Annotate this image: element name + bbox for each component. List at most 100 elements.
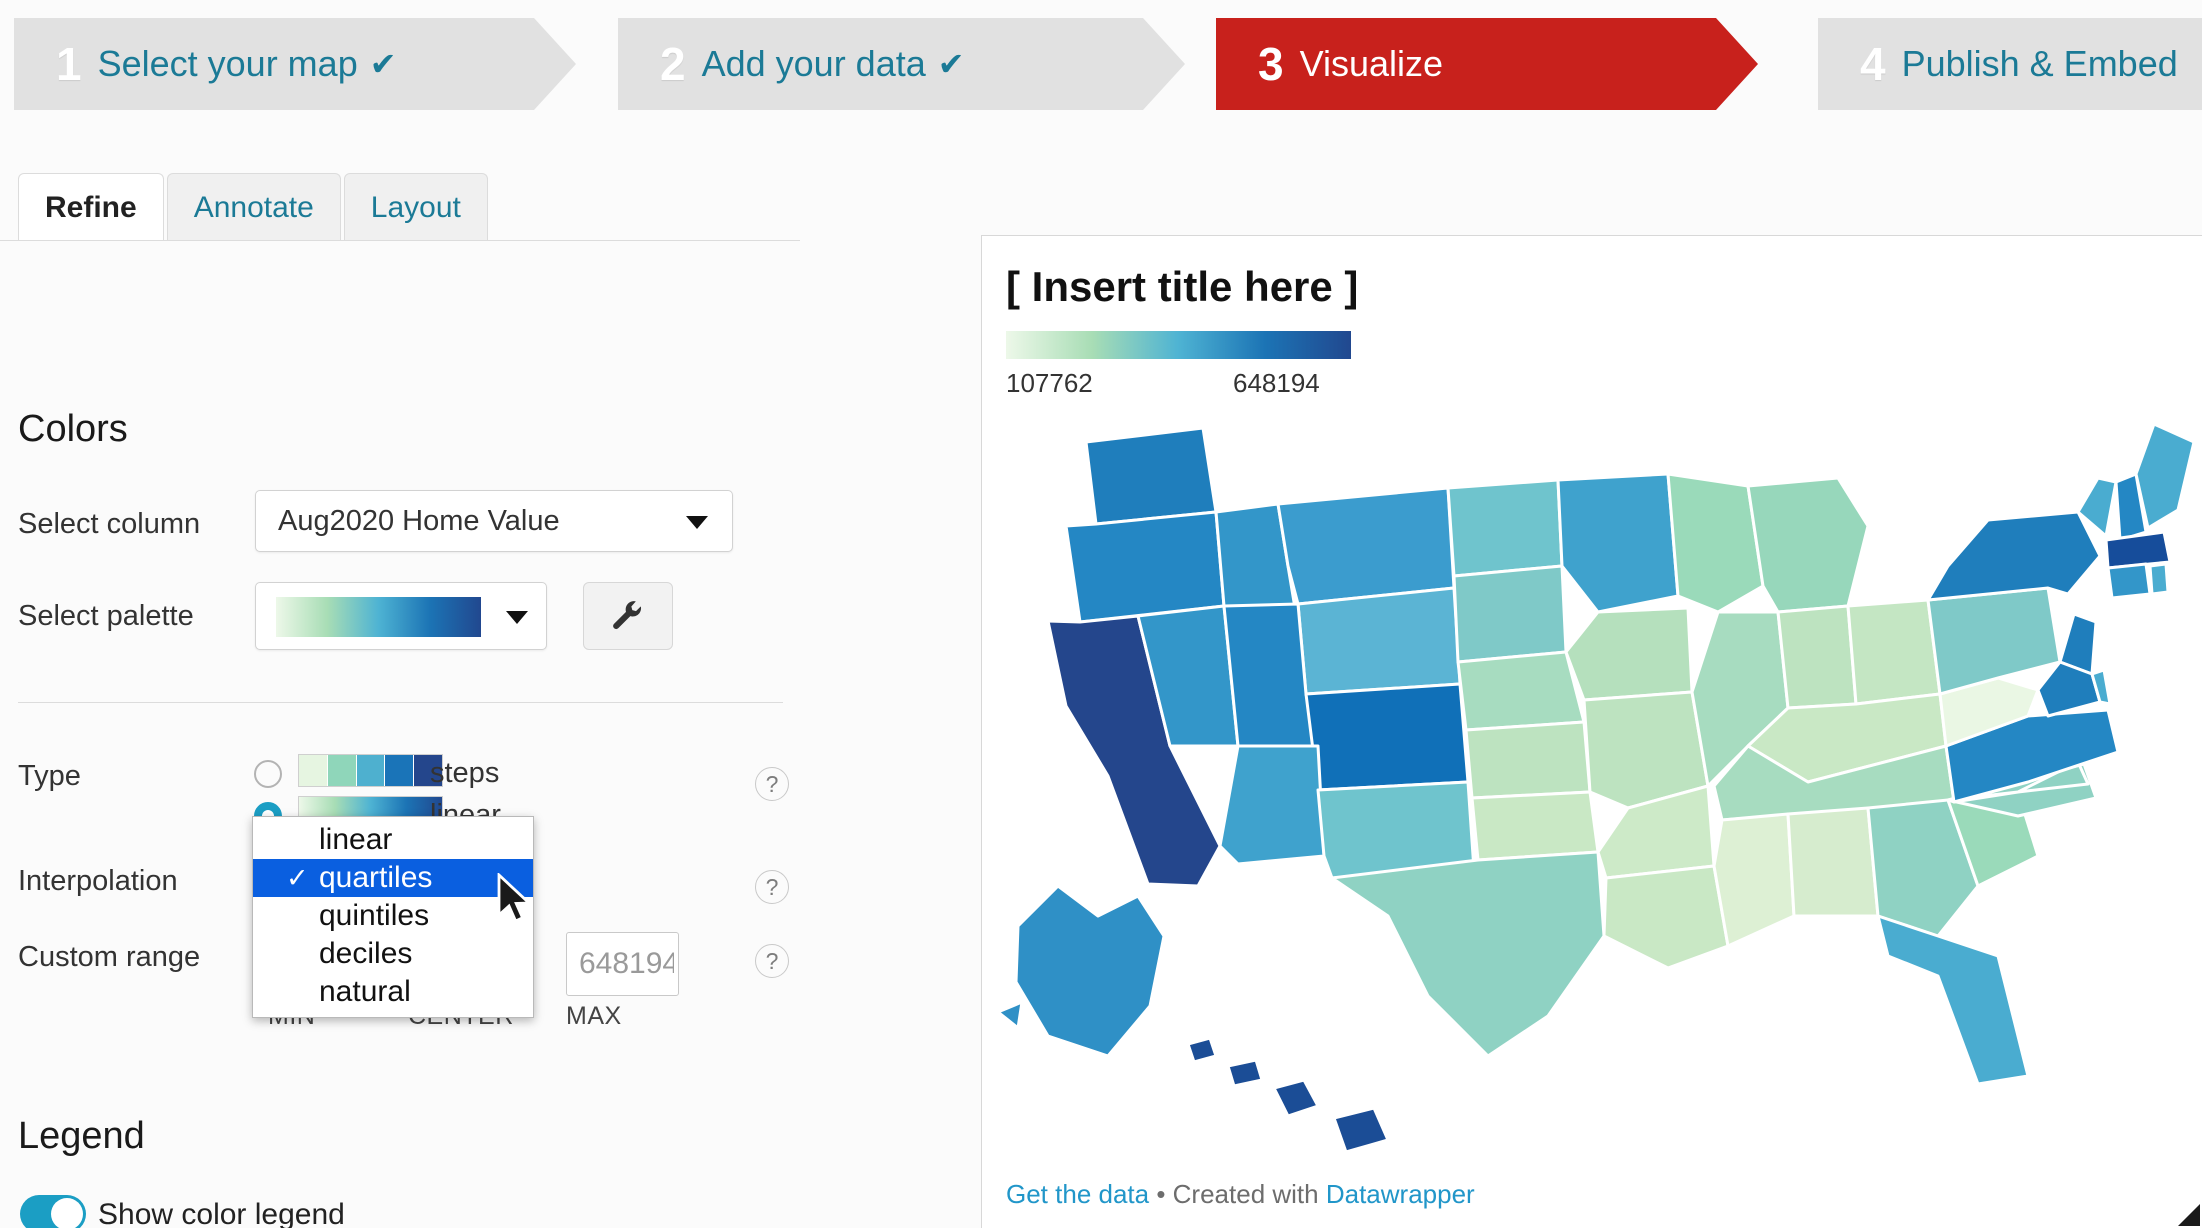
menu-item-quintiles[interactable]: quintiles xyxy=(253,897,533,935)
step-label: Visualize xyxy=(1299,43,1444,84)
help-icon-type[interactable]: ? xyxy=(755,767,789,801)
swatch-cell xyxy=(327,755,357,786)
map-region-FL[interactable] xyxy=(1876,914,2030,1086)
interpolation-label: Interpolation xyxy=(18,865,178,897)
select-column-label: Select column xyxy=(18,508,201,540)
get-the-data-link[interactable]: Get the data xyxy=(1006,1179,1149,1209)
map-region-NY[interactable] xyxy=(1926,510,2102,602)
show-color-legend-toggle[interactable] xyxy=(20,1195,86,1228)
mouse-cursor-icon xyxy=(497,873,533,923)
map-region-IA[interactable] xyxy=(1564,606,1694,702)
map-region-OH[interactable] xyxy=(1846,598,1942,706)
wizard-step-visualize[interactable]: 3 Visualize xyxy=(1216,18,1758,110)
palette-customize-button[interactable] xyxy=(583,582,673,650)
map-region-KS[interactable] xyxy=(1464,720,1592,800)
map-region-OR[interactable] xyxy=(1064,510,1226,624)
map-region-AZ[interactable] xyxy=(1218,744,1326,866)
menu-item-natural[interactable]: natural xyxy=(253,973,533,1011)
choropleth-map[interactable] xyxy=(988,416,2202,1176)
menu-item-label: quintiles xyxy=(319,899,430,932)
map-region-IN[interactable] xyxy=(1776,604,1858,710)
map-footer: Get the data • Created with Datawrapper xyxy=(1006,1179,1475,1210)
step-label: Publish & Embed xyxy=(1901,43,2178,84)
tab-refine[interactable]: Refine xyxy=(18,173,164,241)
interpolation-dropdown-menu[interactable]: linear ✓ quartiles quintiles deciles natu… xyxy=(252,816,534,1018)
step-number: 4 xyxy=(1860,38,1886,90)
tab-layout[interactable]: Layout xyxy=(343,173,488,241)
legend-heading: Legend xyxy=(18,1115,145,1157)
map-preview-panel: [ Insert title here ] 107762 648194 Get … xyxy=(981,235,2202,1228)
step-label: Select your map xyxy=(97,43,358,84)
wrench-icon xyxy=(613,601,642,630)
map-region-WA[interactable] xyxy=(1084,426,1218,526)
map-region-RI[interactable] xyxy=(2148,562,2170,596)
wizard-step-publish-and-embed[interactable]: 4 Publish & Embed xyxy=(1818,18,2202,110)
menu-item-label: natural xyxy=(319,975,411,1008)
settings-panel: Refine Annotate Layout Colors Select col… xyxy=(0,130,800,1228)
map-region-PA[interactable] xyxy=(1926,586,2062,696)
map-region-NE[interactable] xyxy=(1456,650,1586,732)
menu-item-label: quartiles xyxy=(319,861,433,894)
map-region-MS[interactable] xyxy=(1712,812,1796,948)
menu-item-label: linear xyxy=(319,823,393,856)
footer-separator: • Created with xyxy=(1149,1179,1326,1209)
check-icon: ✔ xyxy=(937,46,965,82)
type-label: Type xyxy=(18,760,81,792)
wizard-step-add-your-data[interactable]: 2 Add your data ✔ xyxy=(618,18,1185,110)
steps-swatch[interactable] xyxy=(298,754,443,787)
map-region-AK[interactable] xyxy=(996,884,1166,1058)
select-column-dropdown[interactable]: Aug2020 Home Value xyxy=(255,490,733,552)
custom-range-label: Custom range xyxy=(18,941,201,973)
map-region-AL[interactable] xyxy=(1786,806,1880,918)
wizard-step-bar: 1 Select your map ✔ 2 Add your data ✔ 3 … xyxy=(0,0,2202,130)
help-icon-custom-range[interactable]: ? xyxy=(755,944,789,978)
range-max-label: MAX xyxy=(566,1002,622,1030)
map-region-MA[interactable] xyxy=(2104,530,2172,570)
step-arrow xyxy=(1716,18,1758,110)
range-max-value: 648194 xyxy=(579,947,674,980)
map-region-ME[interactable] xyxy=(2134,422,2196,530)
panel-tabs: Refine Annotate Layout xyxy=(18,173,491,241)
legend-min-value: 107762 xyxy=(1006,368,1093,398)
menu-item-deciles[interactable]: deciles xyxy=(253,935,533,973)
tab-annotate[interactable]: Annotate xyxy=(166,173,341,241)
resize-corner-icon[interactable] xyxy=(2174,1200,2202,1228)
app-root: 1 Select your map ✔ 2 Add your data ✔ 3 … xyxy=(0,0,2202,1228)
map-region-SD[interactable] xyxy=(1452,564,1568,664)
step-number: 1 xyxy=(56,38,82,90)
map-region-MI[interactable] xyxy=(1746,476,1870,614)
map-region-HI[interactable] xyxy=(1186,1036,1390,1154)
wizard-step-select-your-map[interactable]: 1 Select your map ✔ xyxy=(14,18,576,110)
swatch-cell xyxy=(385,755,415,786)
chevron-down-icon xyxy=(686,516,708,529)
select-palette-dropdown[interactable] xyxy=(255,582,547,650)
step-arrow xyxy=(534,18,576,110)
select-palette-label: Select palette xyxy=(18,600,194,632)
map-region-LA[interactable] xyxy=(1602,864,1730,970)
map-region-WY[interactable] xyxy=(1296,586,1462,696)
swatch-cell xyxy=(356,755,386,786)
map-region-OK[interactable] xyxy=(1470,790,1600,862)
section-divider xyxy=(18,702,783,703)
type-radio-steps[interactable] xyxy=(254,760,282,788)
step-number: 3 xyxy=(1258,38,1284,90)
map-region-CT[interactable] xyxy=(2106,562,2152,600)
map-region-TX[interactable] xyxy=(1330,850,1606,1058)
step-number: 2 xyxy=(660,38,686,90)
map-region-ND[interactable] xyxy=(1446,478,1564,578)
menu-item-quartiles[interactable]: ✓ quartiles xyxy=(253,859,533,897)
datawrapper-link[interactable]: Datawrapper xyxy=(1326,1179,1475,1209)
help-icon-interpolation[interactable]: ? xyxy=(755,870,789,904)
toggle-knob xyxy=(51,1198,83,1228)
range-max-input[interactable]: 648194 xyxy=(566,932,679,996)
map-region-CO[interactable] xyxy=(1304,682,1470,792)
map-region-MT[interactable] xyxy=(1276,486,1456,606)
check-icon: ✔ xyxy=(369,46,397,82)
menu-item-linear[interactable]: linear xyxy=(253,821,533,859)
tab-underline xyxy=(0,240,800,241)
swatch-cell xyxy=(299,755,328,786)
map-region-MN[interactable] xyxy=(1556,472,1680,614)
type-option-steps-label: steps xyxy=(430,757,500,789)
chevron-down-icon xyxy=(506,611,528,624)
legend-max-value: 648194 xyxy=(1233,368,1320,398)
